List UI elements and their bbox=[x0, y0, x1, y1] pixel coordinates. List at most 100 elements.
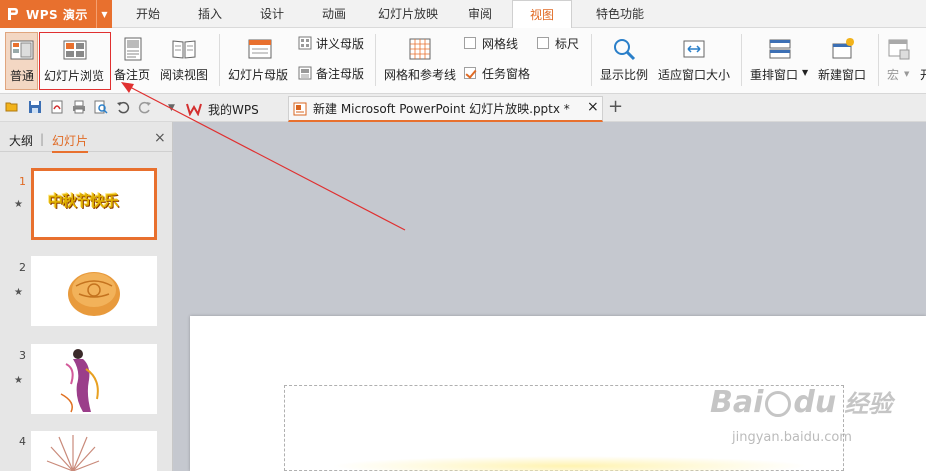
handout-master-icon bbox=[298, 36, 312, 50]
close-panel-icon[interactable]: × bbox=[154, 130, 166, 146]
tab-insert[interactable]: 插入 bbox=[186, 0, 234, 28]
paw-icon bbox=[765, 390, 792, 417]
tab-view[interactable]: 视图 bbox=[512, 0, 572, 29]
macro-label: 宏 bbox=[887, 68, 900, 82]
tab-slideshow[interactable]: 幻灯片放映 bbox=[370, 0, 446, 28]
chevron-down-icon[interactable]: ▼ bbox=[802, 68, 808, 77]
tab-my-wps[interactable]: 我的WPS bbox=[186, 97, 286, 121]
ribbon-divider bbox=[591, 34, 592, 86]
watermark-brand-2: du bbox=[793, 385, 837, 420]
wps-logo-icon bbox=[6, 7, 20, 21]
tab-review[interactable]: 审阅 bbox=[456, 0, 504, 28]
tab-animation[interactable]: 动画 bbox=[310, 0, 358, 28]
slide-master-button[interactable]: 幻灯片母版 bbox=[226, 32, 294, 90]
reading-view-button[interactable]: 阅读视图 bbox=[158, 32, 210, 90]
notes-master-label: 备注母版 bbox=[316, 66, 365, 81]
ruler-check-box[interactable] bbox=[537, 37, 549, 49]
new-window-button[interactable]: 新建窗口 bbox=[815, 32, 871, 90]
dropdown-triangle-icon[interactable]: ▼ bbox=[168, 103, 182, 117]
watermark-cn: 经验 bbox=[844, 390, 893, 418]
close-tab-icon[interactable]: × bbox=[587, 99, 599, 115]
chang-e-image bbox=[60, 349, 99, 413]
print-preview-icon[interactable] bbox=[94, 100, 108, 114]
magnifier-icon bbox=[611, 36, 637, 62]
reading-view-label: 阅读视图 bbox=[160, 68, 209, 82]
tab-divider: | bbox=[40, 132, 45, 146]
watermark-brand: Bai bbox=[710, 385, 764, 420]
ruler-checkbox[interactable]: 标尺 bbox=[537, 34, 579, 52]
menu-bar: WPS 演示 ▼ 开始 插入 设计 动画 幻灯片放映 审阅 视图 特色功能 bbox=[0, 0, 926, 29]
zoom-button[interactable]: 显示比例 bbox=[597, 32, 651, 90]
book-icon bbox=[171, 36, 197, 62]
slide-sorter-icon bbox=[62, 37, 88, 63]
grid-icon bbox=[407, 36, 433, 62]
ribbon-divider bbox=[878, 34, 879, 86]
notes-master-button[interactable]: 备注母版 bbox=[298, 64, 364, 82]
notes-page-label: 备注页 bbox=[114, 68, 151, 82]
title-glow bbox=[330, 456, 810, 471]
document-tab-label: 新建 Microsoft PowerPoint 幻灯片放映.pptx * bbox=[313, 102, 570, 116]
cut-off-ribbon-label[interactable]: 开 bbox=[920, 66, 926, 83]
chevron-down-icon[interactable]: ▼ bbox=[904, 70, 909, 78]
slide-thumbnail-2[interactable] bbox=[31, 256, 157, 326]
new-window-label: 新建窗口 bbox=[818, 68, 867, 82]
slide-number: 3 bbox=[19, 349, 26, 362]
slide-thumbnail-3[interactable] bbox=[31, 344, 157, 414]
macro-button[interactable]: 宏 ▼ bbox=[884, 32, 914, 90]
tab-home[interactable]: 开始 bbox=[124, 0, 172, 28]
slide-sorter-button[interactable]: 幻灯片浏览 bbox=[39, 32, 111, 90]
task-pane-checkbox[interactable]: 任务窗格 bbox=[464, 64, 530, 82]
slide-master-label: 幻灯片母版 bbox=[228, 68, 289, 82]
pptx-file-icon bbox=[293, 102, 307, 116]
redo-icon[interactable] bbox=[138, 100, 152, 114]
chevron-down-icon[interactable]: ▼ bbox=[96, 0, 112, 28]
grid-guides-button[interactable]: 网格和参考线 bbox=[382, 32, 458, 90]
tab-design[interactable]: 设计 bbox=[248, 0, 296, 28]
slide-number: 2 bbox=[19, 261, 26, 274]
gridlines-label: 网格线 bbox=[482, 36, 519, 51]
export-pdf-icon[interactable] bbox=[50, 100, 64, 114]
normal-view-icon bbox=[9, 37, 35, 63]
new-window-icon bbox=[830, 36, 856, 62]
app-title: WPS 演示 bbox=[26, 7, 88, 22]
arrange-windows-icon bbox=[767, 36, 793, 62]
macro-icon bbox=[886, 36, 912, 62]
slide-number: 1 bbox=[19, 175, 26, 188]
ribbon: 普通 幻灯片浏览 备注页 阅读视图 幻灯片母版 讲义母版 备注母版 网格和参考线… bbox=[0, 28, 926, 94]
slide-thumbnail-1[interactable]: 中秋节快乐 bbox=[31, 168, 157, 240]
star-icon: ★ bbox=[14, 199, 23, 210]
normal-view-label: 普通 bbox=[10, 69, 35, 83]
gridlines-checkbox[interactable]: 网格线 bbox=[464, 34, 518, 52]
arrange-windows-label: 重排窗口 bbox=[750, 68, 799, 82]
my-wps-label: 我的WPS bbox=[208, 102, 259, 117]
handout-master-button[interactable]: 讲义母版 bbox=[298, 34, 364, 52]
current-slide[interactable]: Bai du 经验 jingyan.baidu.com bbox=[190, 316, 926, 471]
normal-view-button[interactable]: 普通 bbox=[5, 32, 38, 90]
tab-document[interactable]: 新建 Microsoft PowerPoint 幻灯片放映.pptx * bbox=[288, 96, 603, 122]
task-pane-check-box[interactable] bbox=[464, 67, 476, 79]
grid-guides-label: 网格和参考线 bbox=[384, 68, 457, 82]
slide-thumbnail-4[interactable] bbox=[31, 431, 157, 471]
task-pane-label: 任务窗格 bbox=[482, 66, 531, 81]
baidu-watermark: Bai du 经验 bbox=[710, 384, 892, 420]
fit-window-button[interactable]: 适应窗口大小 bbox=[655, 32, 733, 90]
open-folder-icon[interactable] bbox=[5, 100, 19, 114]
slides-panel: 大纲 | 幻灯片 × 1 ★ 中秋节快乐 2 ★ 3 ★ 4 bbox=[0, 122, 173, 471]
fireworks-image bbox=[46, 435, 100, 471]
add-tab-icon[interactable]: + bbox=[608, 96, 623, 117]
tab-special-features[interactable]: 特色功能 bbox=[580, 0, 660, 28]
arrange-windows-button[interactable]: 重排窗口 ▼ bbox=[748, 32, 812, 90]
save-icon[interactable] bbox=[28, 100, 42, 114]
app-menu-button[interactable]: WPS 演示 ▼ bbox=[0, 0, 112, 28]
star-icon: ★ bbox=[14, 375, 23, 386]
ribbon-divider bbox=[219, 34, 220, 86]
gridlines-check-box[interactable] bbox=[464, 37, 476, 49]
ribbon-divider bbox=[741, 34, 742, 86]
undo-icon[interactable] bbox=[116, 100, 130, 114]
print-icon[interactable] bbox=[72, 100, 86, 114]
tab-outline[interactable]: 大纲 bbox=[9, 132, 33, 149]
quick-access-bar: ▼ 我的WPS 新建 Microsoft PowerPoint 幻灯片放映.pp… bbox=[0, 94, 926, 122]
notes-page-button[interactable]: 备注页 bbox=[113, 32, 153, 90]
tab-slides[interactable]: 幻灯片 bbox=[52, 132, 89, 153]
ribbon-divider bbox=[375, 34, 376, 86]
